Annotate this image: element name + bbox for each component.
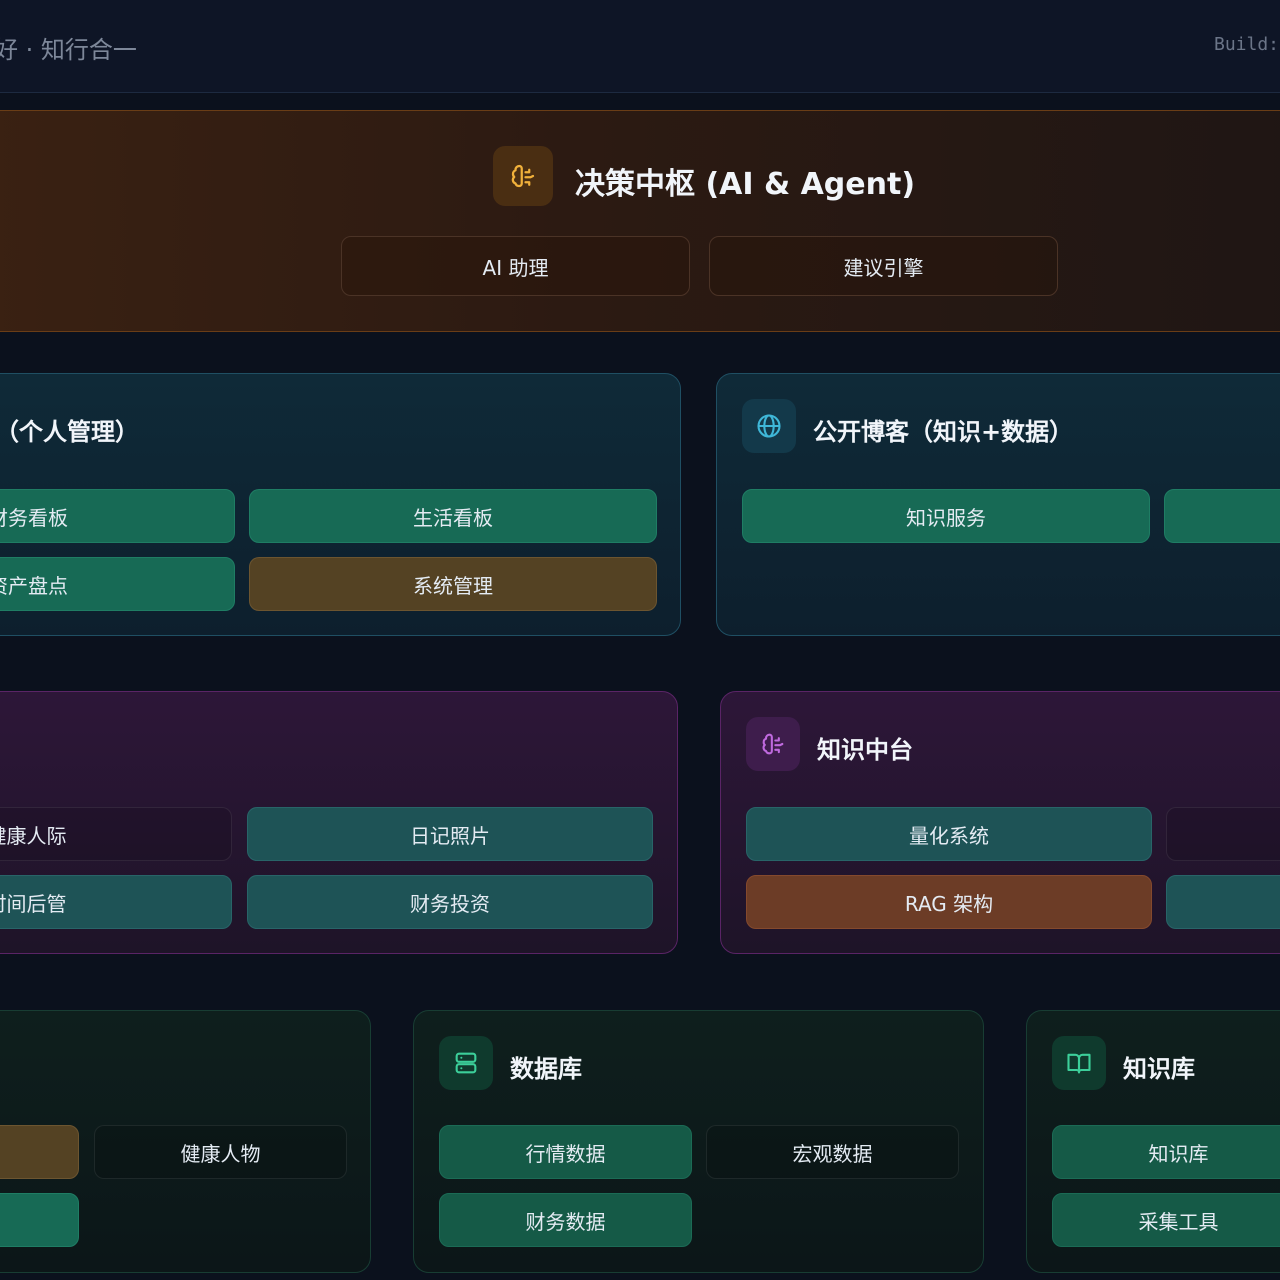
public-blog-panel: 公开博客（知识+数据） 知识服务 [716,373,1280,636]
public-blog-title: 公开博客（知识+数据） [813,418,1074,446]
knowledge-base-panel: 知识库 知识库 采集工具 [1026,1010,1280,1273]
knowledge-platform-panel: 知识中台 量化系统 RAG 架构 [720,691,1280,954]
knowledge-base-title: 知识库 [1123,1055,1195,1083]
brain-icon [493,146,553,206]
asset-inventory-button[interactable]: 资产盘点 [0,557,235,611]
database-title: 数据库 [510,1055,582,1083]
finance-investment-button[interactable]: 财务投资 [247,875,653,929]
time-logistics-button[interactable]: 时间后管 [0,875,232,929]
health-social-button[interactable]: 健康人际 [0,807,232,861]
tagline: 好 · 知行合一 [0,36,137,64]
knowledge-button-4[interactable] [1166,875,1280,929]
database-panel: 数据库 行情数据 宏观数据 财务数据 [413,1010,984,1273]
collection-tools-button[interactable]: 采集工具 [1052,1193,1280,1247]
knowledge-button-2[interactable] [1166,807,1280,861]
tools-button-3[interactable] [0,1193,79,1247]
system-management-button[interactable]: 系统管理 [249,557,657,611]
book-icon [1052,1036,1106,1090]
knowledge-platform-title: 知识中台 [817,736,913,764]
globe-icon [742,399,796,453]
decision-hub-title: 决策中枢 (AI & Agent) [575,167,916,202]
quant-system-button[interactable]: 量化系统 [746,807,1152,861]
macro-data-button[interactable]: 宏观数据 [706,1125,959,1179]
blog-button-2[interactable] [1164,489,1280,543]
personal-management-panel: （个人管理） 财务看板 生活看板 资产盘点 系统管理 [0,373,681,636]
tools-button-1[interactable] [0,1125,79,1179]
finance-board-button[interactable]: 财务看板 [0,489,235,543]
knowledge-service-button[interactable]: 知识服务 [742,489,1150,543]
ai-assistant-button[interactable]: AI 助理 [341,236,690,296]
knowledge-base-button[interactable]: 知识库 [1052,1125,1280,1179]
suggestion-engine-button[interactable]: 建议引擎 [709,236,1058,296]
market-data-button[interactable]: 行情数据 [439,1125,692,1179]
financial-data-button[interactable]: 财务数据 [439,1193,692,1247]
life-panel: 健康人际 日记照片 时间后管 财务投资 [0,691,678,954]
personal-management-title: （个人管理） [0,418,139,446]
tools-panel: 健康人物 [0,1010,371,1273]
database-icon [439,1036,493,1090]
decision-hub-panel: 决策中枢 (AI & Agent) AI 助理 建议引擎 [0,110,1280,332]
top-bar: 好 · 知行合一 Build: [0,0,1280,93]
life-board-button[interactable]: 生活看板 [249,489,657,543]
diary-photos-button[interactable]: 日记照片 [247,807,653,861]
rag-architecture-button[interactable]: RAG 架构 [746,875,1152,929]
brain-icon [746,717,800,771]
build-label: Build: [1214,34,1280,55]
health-people-button[interactable]: 健康人物 [94,1125,347,1179]
